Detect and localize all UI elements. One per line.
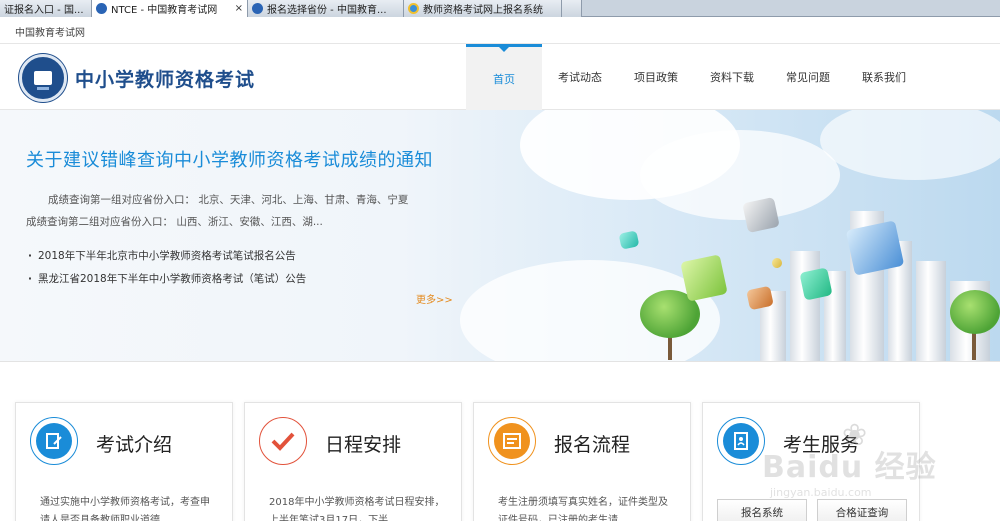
card-icon-ring (259, 417, 307, 465)
cloud-decoration (640, 130, 840, 220)
tab-label: 报名选择省份 - 中国教育... (267, 5, 387, 16)
browser-tab-4[interactable]: 教师资格考试网上报名系统 (404, 0, 562, 17)
cube-decoration (799, 267, 833, 301)
cloud-decoration (820, 110, 1000, 180)
card-schedule[interactable]: 日程安排 2018年中小学教师资格考试日程安排，上半年笔试3月17日，下半... (244, 402, 462, 521)
contact-book-icon (723, 423, 759, 459)
news-item-1[interactable]: 2018年下半年北京市中小学教师资格考试笔试报名公告 (28, 248, 296, 263)
hero-banner: 关于建议错峰查询中小学教师资格考试成绩的通知 成绩查询第一组对应省份入口： 北京… (0, 110, 1000, 362)
close-icon[interactable]: × (231, 3, 243, 14)
browser-tab-1[interactable]: 证报名入口 - 国... (0, 0, 92, 17)
building-decoration (790, 251, 820, 361)
cube-decoration (680, 254, 728, 302)
main-nav: 首页 考试动态 项目政策 资料下载 常见问题 联系我们 (466, 44, 922, 110)
ie-globe-icon (252, 3, 263, 14)
tab-label: 证报名入口 - 国... (4, 5, 84, 16)
cube-decoration (771, 257, 783, 269)
banner-text-line-2: 成绩查询第二组对应省份入口： 山西、浙江、安徽、江西、湖... (26, 216, 323, 228)
nav-downloads[interactable]: 资料下载 (694, 44, 770, 110)
baidu-watermark: ❀ Baidu 经验 jingyan.baidu.com (762, 418, 1000, 518)
card-title: 日程安排 (325, 434, 402, 456)
card-registration-process[interactable]: 报名流程 考生注册须填写真实姓名，证件类型及证件号码，已注册的考生请... (473, 402, 691, 521)
ie-logo-icon (408, 3, 419, 14)
card-title: 报名流程 (554, 434, 631, 456)
site-name-link[interactable]: 中国教育考试网 (15, 24, 85, 39)
top-strip: 中国教育考试网 (0, 17, 1000, 44)
card-icon-ring (717, 417, 765, 465)
watermark-text: Baidu 经验 (762, 450, 937, 485)
logo-text[interactable]: 中小学教师资格考试 (75, 65, 255, 92)
browser-tab-2[interactable]: NTCE - 中国教育考试网 × (92, 0, 248, 17)
form-list-icon (494, 423, 530, 459)
banner-text-line-1: 成绩查询第一组对应省份入口： 北京、天津、河北、上海、甘肃、青海、宁夏 (48, 194, 409, 206)
card-text: 通过实施中小学教师资格考试，考查申请人是否具备教师职业道德... (40, 497, 210, 521)
logo-emblem-icon[interactable] (19, 54, 67, 102)
cube-decoration (618, 230, 640, 250)
more-link[interactable]: 更多>> (416, 291, 453, 306)
nav-exam-news[interactable]: 考试动态 (542, 44, 618, 110)
card-icon-ring (488, 417, 536, 465)
browser-tab-strip: 证报名入口 - 国... NTCE - 中国教育考试网 × 报名选择省份 - 中… (0, 0, 1000, 17)
nav-faq[interactable]: 常见问题 (770, 44, 846, 110)
browser-tab-3[interactable]: 报名选择省份 - 中国教育... (248, 0, 404, 17)
nav-contact[interactable]: 联系我们 (846, 44, 922, 110)
card-text: 考生注册须填写真实姓名，证件类型及证件号码，已注册的考生请... (498, 497, 668, 521)
ie-globe-icon (96, 3, 107, 14)
check-icon (265, 423, 301, 459)
card-text: 2018年中小学教师资格考试日程安排，上半年笔试3月17日，下半... (269, 497, 445, 521)
news-item-2[interactable]: 黑龙江省2018年下半年中小学教师资格考试（笔试）公告 (28, 271, 306, 286)
card-exam-intro[interactable]: 考试介绍 通过实施中小学教师资格考试，考查申请人是否具备教师职业道德... (15, 402, 233, 521)
banner-headline[interactable]: 关于建议错峰查询中小学教师资格考试成绩的通知 (26, 146, 433, 172)
nav-home[interactable]: 首页 (466, 44, 542, 110)
tree-decoration (950, 290, 1000, 334)
building-decoration (916, 261, 946, 361)
document-edit-icon (36, 423, 72, 459)
new-tab-button[interactable] (562, 0, 582, 17)
watermark-subtext: jingyan.baidu.com (770, 486, 872, 499)
tab-label: 教师资格考试网上报名系统 (423, 5, 543, 16)
card-title: 考试介绍 (96, 434, 173, 456)
site-header: 中小学教师资格考试 首页 考试动态 项目政策 资料下载 常见问题 联系我们 (0, 44, 1000, 110)
card-icon-ring (30, 417, 78, 465)
cube-decoration (742, 197, 780, 233)
nav-policy[interactable]: 项目政策 (618, 44, 694, 110)
tab-label: NTCE - 中国教育考试网 (111, 5, 218, 16)
